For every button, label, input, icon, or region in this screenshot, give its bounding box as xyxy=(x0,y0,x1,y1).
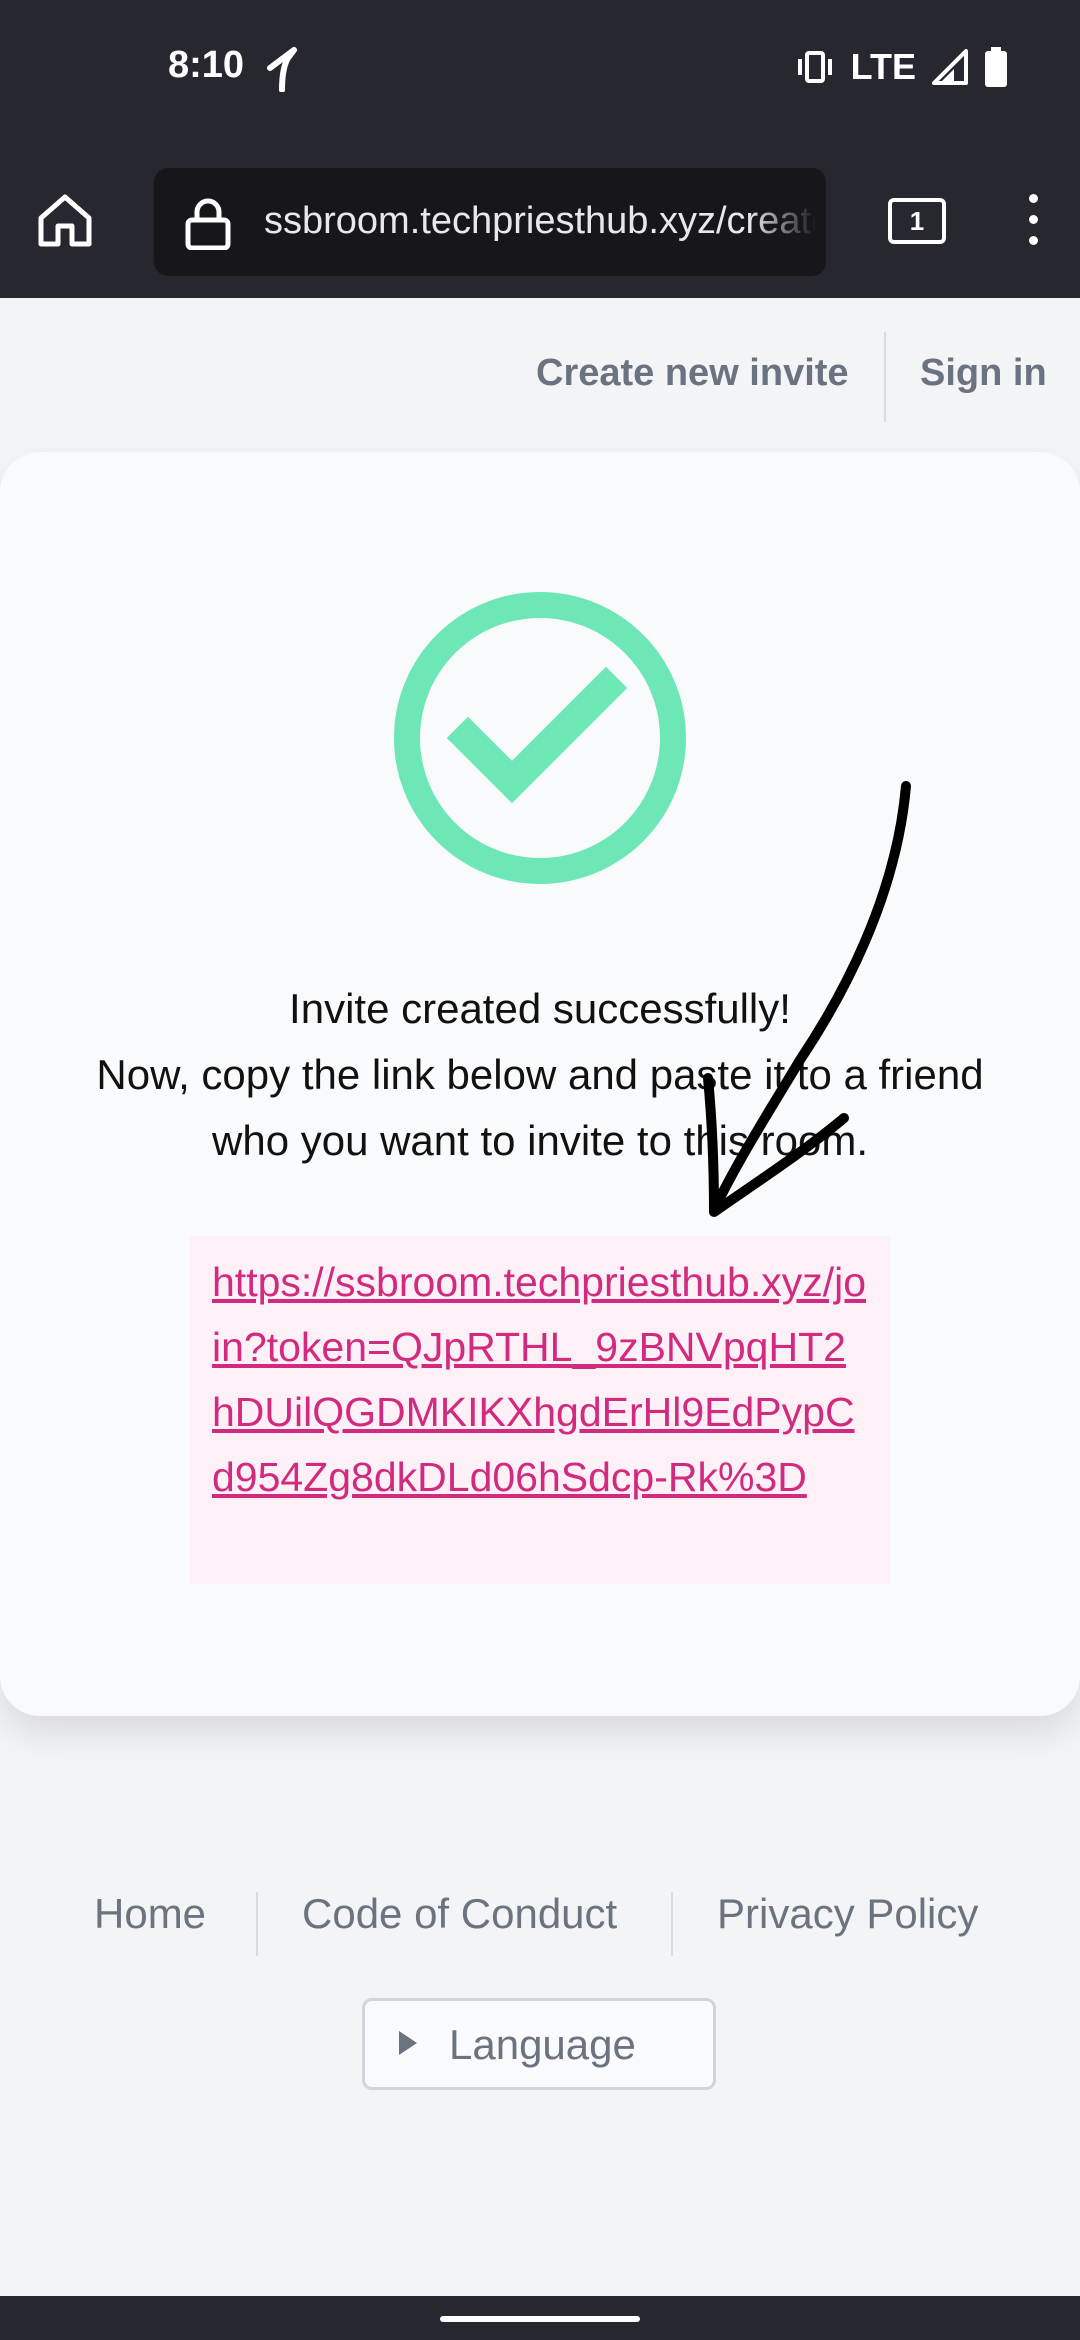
invite-card: Invite created successfully! Now, copy t… xyxy=(0,452,1080,1716)
gesture-bar xyxy=(0,2296,1080,2340)
success-message: Invite created successfully! Now, copy t… xyxy=(40,976,1040,1174)
top-nav: Create new invite Sign in xyxy=(0,300,1080,450)
home-gesture-handle[interactable] xyxy=(440,2316,640,2322)
lock-icon[interactable] xyxy=(184,198,232,250)
navigation-icon xyxy=(267,47,297,92)
status-bar: 8:10 LTE xyxy=(0,0,1080,140)
status-time: 8:10 xyxy=(168,44,245,86)
home-icon[interactable] xyxy=(36,192,94,248)
network-type: LTE xyxy=(850,46,916,87)
language-label: Language xyxy=(449,2021,636,2068)
instruction-text: Now, copy the link below and paste it to… xyxy=(96,1051,984,1164)
battery-icon xyxy=(985,47,1007,87)
footer-nav: Home Code of Conduct Privacy Policy xyxy=(0,1890,1080,1970)
invite-link-box: https://ssbroom.techpriesthub.xyz/join?t… xyxy=(190,1236,890,1584)
nav-divider xyxy=(884,332,886,422)
tab-switcher-button[interactable]: 1 xyxy=(888,198,946,244)
sign-in-link[interactable]: Sign in xyxy=(920,352,1047,395)
vibrate-icon xyxy=(797,51,832,83)
success-title: Invite created successfully! xyxy=(289,985,791,1032)
footer-divider xyxy=(256,1892,258,1956)
language-button[interactable]: Language xyxy=(362,1998,716,2090)
expand-triangle-icon xyxy=(399,2031,417,2055)
footer-divider xyxy=(671,1892,673,1956)
overflow-menu-icon[interactable] xyxy=(1018,194,1048,248)
create-invite-link[interactable]: Create new invite xyxy=(536,352,849,395)
footer-privacy-policy-link[interactable]: Privacy Policy xyxy=(717,1890,978,1938)
browser-toolbar: ssbroom.techpriesthub.xyz/create-invite … xyxy=(0,140,1080,298)
success-check-icon xyxy=(394,592,686,884)
signal-icon xyxy=(932,49,968,85)
url-text[interactable]: ssbroom.techpriesthub.xyz/create-invite xyxy=(264,200,816,243)
address-bar[interactable]: ssbroom.techpriesthub.xyz/create-invite xyxy=(154,168,826,276)
invite-link[interactable]: https://ssbroom.techpriesthub.xyz/join?t… xyxy=(212,1250,868,1510)
footer-home-link[interactable]: Home xyxy=(94,1890,206,1938)
footer-code-of-conduct-link[interactable]: Code of Conduct xyxy=(302,1890,617,1938)
